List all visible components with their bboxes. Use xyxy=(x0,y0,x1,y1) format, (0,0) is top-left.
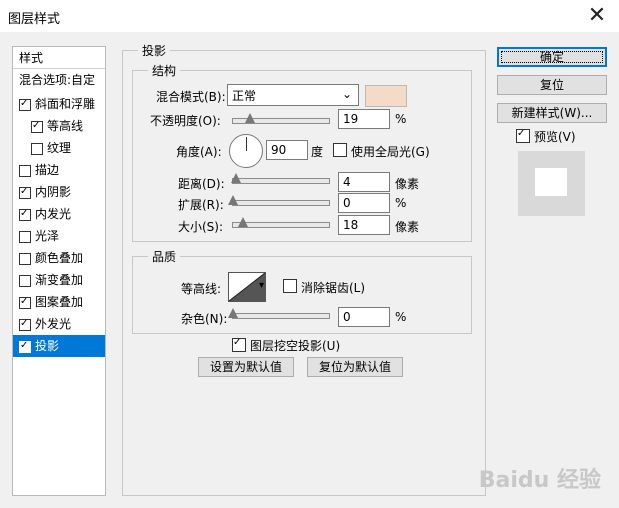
sidebar-blend-options[interactable]: 混合选项:自定 xyxy=(13,69,105,91)
checkbox[interactable] xyxy=(19,340,31,353)
checkbox[interactable] xyxy=(19,98,31,111)
chevron-down-icon: ⌄ xyxy=(341,87,352,101)
distance-slider-thumb[interactable] xyxy=(231,173,241,183)
blend-mode-value: 正常 xyxy=(232,89,257,103)
sidebar-item-label: 颜色叠加 xyxy=(35,251,84,265)
chevron-down-icon[interactable]: ▾ xyxy=(259,280,264,291)
sidebar-item-label: 等高线 xyxy=(47,119,84,133)
sidebar-item-label: 渐变叠加 xyxy=(35,273,84,287)
spread-label: 扩展(R): xyxy=(178,198,224,212)
watermark: Baidu 经验 xyxy=(478,468,601,493)
sidebar-item-label: 外发光 xyxy=(35,317,72,331)
sidebar-item-label: 斜面和浮雕 xyxy=(35,97,96,111)
sidebar-item-label: 内发光 xyxy=(35,207,72,221)
sidebar-item-label: 纹理 xyxy=(47,141,72,155)
checkbox[interactable] xyxy=(19,186,31,199)
global-light-checkbox[interactable] xyxy=(333,143,347,157)
noise-slider-thumb[interactable] xyxy=(228,308,238,318)
opacity-label: 不透明度(O): xyxy=(150,114,221,128)
checkbox[interactable] xyxy=(19,208,31,221)
spread-unit: % xyxy=(395,196,407,210)
knockout-checkbox[interactable] xyxy=(232,338,246,352)
angle-label: 角度(A): xyxy=(176,145,222,159)
angle-dial-needle xyxy=(246,137,247,151)
distance-slider-track[interactable] xyxy=(232,178,330,184)
sidebar-item-texture[interactable]: 纹理 xyxy=(13,137,105,159)
size-input[interactable]: 18 xyxy=(338,215,390,235)
preview-swatch xyxy=(535,168,567,196)
shadow-color-swatch[interactable] xyxy=(365,85,407,107)
sidebar-item-color-overlay[interactable]: 颜色叠加 xyxy=(13,247,105,269)
sidebar-item-pattern-overlay[interactable]: 图案叠加 xyxy=(13,291,105,313)
size-unit: 像素 xyxy=(395,220,420,234)
sidebar-item-bevel-emboss[interactable]: 斜面和浮雕 xyxy=(13,93,105,115)
preview-thumbnail xyxy=(518,151,585,216)
new-style-button[interactable]: 新建样式(W)... xyxy=(497,103,607,123)
noise-input[interactable]: 0 xyxy=(338,307,390,327)
reset-default-button[interactable]: 复位为默认值 xyxy=(307,357,403,377)
preview-label: 预览(V) xyxy=(534,130,576,144)
sidebar-item-label: 内阴影 xyxy=(35,185,72,199)
checkbox[interactable] xyxy=(19,252,31,265)
opacity-unit: % xyxy=(395,112,407,126)
knockout-label: 图层挖空投影(U) xyxy=(250,339,341,353)
angle-input[interactable]: 90 xyxy=(266,140,308,160)
angle-unit: 度 xyxy=(311,145,324,159)
make-default-button[interactable]: 设置为默认值 xyxy=(198,357,294,377)
sidebar-item-label: 描边 xyxy=(35,163,60,177)
checkbox[interactable] xyxy=(31,120,43,133)
window-title: 图层样式 xyxy=(8,12,61,27)
sidebar-item-satin[interactable]: 光泽 xyxy=(13,225,105,247)
sidebar-item-stroke[interactable]: 描边 xyxy=(13,159,105,181)
noise-label: 杂色(N): xyxy=(181,312,228,326)
sidebar-header: 样式 xyxy=(13,47,105,69)
ok-button[interactable]: 确定 xyxy=(497,47,607,67)
checkbox[interactable] xyxy=(19,318,31,331)
noise-unit: % xyxy=(395,310,407,324)
noise-slider-track[interactable] xyxy=(232,313,330,319)
styles-sidebar: 样式 混合选项:自定 斜面和浮雕 等高线 纹理 描边 内阴影 内发光 光泽 颜色… xyxy=(12,46,106,496)
sidebar-item-drop-shadow[interactable]: 投影 xyxy=(13,335,105,357)
sidebar-item-inner-shadow[interactable]: 内阴影 xyxy=(13,181,105,203)
sidebar-item-inner-glow[interactable]: 内发光 xyxy=(13,203,105,225)
preview-checkbox[interactable] xyxy=(516,129,530,143)
ok-label: 确定 xyxy=(539,50,564,64)
checkbox[interactable] xyxy=(19,274,31,287)
contour-label: 等高线: xyxy=(181,282,222,296)
panel-title: 投影 xyxy=(138,42,171,59)
sidebar-item-gradient-overlay[interactable]: 渐变叠加 xyxy=(13,269,105,291)
spread-slider-thumb[interactable] xyxy=(228,195,238,205)
reset-button[interactable]: 复位 xyxy=(497,75,607,95)
antialias-label: 消除锯齿(L) xyxy=(301,281,366,295)
sidebar-item-label: 投影 xyxy=(35,339,60,353)
sidebar-item-label: 光泽 xyxy=(35,229,60,243)
structure-title: 结构 xyxy=(148,62,181,79)
sidebar-item-label: 图案叠加 xyxy=(35,295,84,309)
opacity-slider-thumb[interactable] xyxy=(245,113,255,123)
size-label: 大小(S): xyxy=(178,220,224,234)
size-slider-thumb[interactable] xyxy=(238,217,248,227)
blend-mode-select[interactable]: 正常 ⌄ xyxy=(227,84,359,106)
distance-unit: 像素 xyxy=(395,177,420,191)
spread-input[interactable]: 0 xyxy=(338,193,390,213)
layer-style-dialog: 图层样式 ✕ 样式 混合选项:自定 斜面和浮雕 等高线 纹理 描边 内阴影 内发… xyxy=(0,0,619,508)
sidebar-item-outer-glow[interactable]: 外发光 xyxy=(13,313,105,335)
close-icon[interactable]: ✕ xyxy=(583,2,611,30)
blend-mode-label: 混合模式(B): xyxy=(156,90,226,104)
quality-title: 品质 xyxy=(148,248,181,265)
checkbox[interactable] xyxy=(19,164,31,177)
checkbox[interactable] xyxy=(19,296,31,309)
antialias-checkbox[interactable] xyxy=(283,279,297,293)
sidebar-item-contour[interactable]: 等高线 xyxy=(13,115,105,137)
title-bar: 图层样式 ✕ xyxy=(0,0,619,32)
checkbox[interactable] xyxy=(19,230,31,243)
opacity-input[interactable]: 19 xyxy=(338,109,390,129)
angle-dial[interactable] xyxy=(229,134,263,168)
spread-slider-track[interactable] xyxy=(232,200,330,206)
checkbox[interactable] xyxy=(31,142,43,155)
distance-label: 距离(D): xyxy=(178,177,225,191)
global-light-label: 使用全局光(G) xyxy=(351,145,430,159)
distance-input[interactable]: 4 xyxy=(338,172,390,192)
